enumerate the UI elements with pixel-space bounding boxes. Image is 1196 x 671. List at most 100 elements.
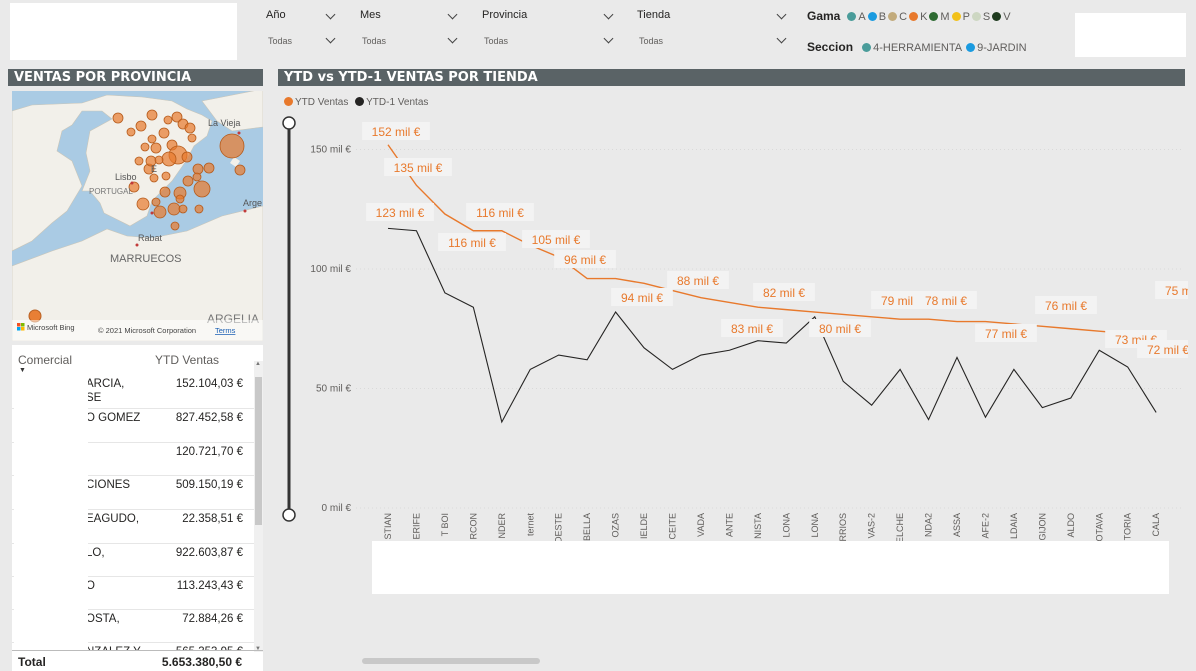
province-bubble[interactable]	[146, 109, 158, 121]
filter-value[interactable]: Todas	[268, 36, 292, 46]
province-bubble[interactable]	[158, 127, 170, 139]
chevron-down-icon[interactable]	[447, 9, 458, 20]
chart-horizontal-scrollbar[interactable]	[362, 658, 540, 664]
province-bubble[interactable]	[147, 134, 157, 144]
province-bubble[interactable]	[170, 221, 180, 231]
province-bubble[interactable]	[135, 120, 147, 132]
chevron-down-icon[interactable]	[325, 9, 336, 20]
x-tick-label: BELLA	[582, 513, 592, 541]
city-dot	[135, 243, 139, 247]
gama-item-4[interactable]: M	[929, 11, 950, 23]
map-terms-link[interactable]: Terms	[215, 326, 236, 335]
x-tick-label: ELCHE	[895, 513, 905, 543]
province-bubble[interactable]	[187, 133, 197, 143]
legend-ytd1-label[interactable]: YTD-1 Ventas	[366, 97, 428, 108]
x-tick-label: OZAS	[611, 513, 621, 538]
gama-item-2[interactable]: C	[888, 11, 907, 23]
x-tick-label: ANTE	[724, 513, 734, 537]
province-bubble[interactable]	[234, 164, 246, 176]
province-bubble[interactable]	[134, 156, 144, 166]
x-tick-label: GIJON	[1037, 513, 1047, 541]
province-bubble[interactable]	[178, 204, 188, 214]
chevron-down-icon[interactable]	[776, 9, 787, 20]
col-comercial-header[interactable]: Comercial	[18, 353, 72, 367]
seccion-item-0[interactable]: 4-HERRAMIENTA	[862, 42, 962, 54]
province-bubble[interactable]	[194, 204, 204, 214]
x-tick-label: CEITE	[668, 513, 678, 540]
gama-item-7[interactable]: V	[992, 11, 1011, 23]
data-label: 76 mil €	[1045, 299, 1087, 313]
data-label: 116 mil €	[476, 206, 524, 220]
gama-item-3[interactable]: K	[909, 11, 927, 23]
province-bubble[interactable]	[203, 162, 215, 174]
province-bubble[interactable]	[161, 151, 177, 167]
seccion-name: 9-JARDIN	[977, 42, 1027, 54]
province-bubble[interactable]	[192, 172, 202, 182]
ytd-value: 152.104,03 €	[175, 378, 243, 390]
chevron-down-icon[interactable]	[603, 33, 614, 44]
x-tick-label: ERIFE	[411, 513, 421, 540]
filter-value[interactable]: Todas	[484, 36, 508, 46]
x-tick-label: IELDE	[639, 513, 649, 539]
province-bubble[interactable]	[150, 142, 162, 154]
gama-letter: M	[940, 11, 950, 23]
province-bubble[interactable]	[163, 115, 173, 125]
table-scrollbar[interactable]: ▲ ▼	[254, 361, 263, 652]
gama-item-6[interactable]: S	[971, 11, 990, 23]
province-map[interactable]: La Vieja Lisbo PORTUGAL E Arge Rabat MAR…	[12, 91, 263, 341]
gama-label: Gama	[807, 9, 841, 23]
province-bubble[interactable]	[126, 127, 136, 137]
province-bubble[interactable]	[192, 163, 204, 175]
range-slider-handle-top[interactable]	[282, 116, 296, 130]
filter-1[interactable]: Mes Todas	[358, 5, 458, 55]
filter-value[interactable]: Todas	[639, 36, 663, 46]
gama-item-5[interactable]: P	[951, 11, 970, 23]
sort-down-icon[interactable]: ▼	[19, 367, 26, 374]
x-tick-label: NDA2	[924, 513, 934, 537]
legend-ytd-label[interactable]: YTD Ventas	[295, 97, 348, 108]
data-label: 80 mil €	[819, 322, 861, 336]
ytd-value: 827.452,58 €	[175, 412, 243, 424]
province-bubble[interactable]	[153, 205, 167, 219]
seccion-legend: Seccion 4-HERRAMIENTA 9-JARDIN	[807, 40, 1031, 54]
map-svg: La Vieja Lisbo PORTUGAL E Arge Rabat MAR…	[12, 91, 263, 341]
province-bubble[interactable]	[184, 122, 196, 134]
province-bubble[interactable]	[154, 155, 164, 165]
province-bubble[interactable]	[140, 142, 150, 152]
filter-2[interactable]: Provincia Todas	[480, 5, 614, 55]
gama-item-0[interactable]: A	[847, 11, 866, 23]
range-slider-handle-bottom[interactable]	[282, 508, 296, 522]
province-bubble[interactable]	[181, 151, 193, 163]
scroll-up-icon[interactable]: ▲	[255, 361, 261, 367]
province-bubble[interactable]	[151, 197, 161, 207]
chevron-down-icon[interactable]	[447, 33, 458, 44]
province-bubble[interactable]	[167, 202, 181, 216]
filter-value[interactable]: Todas	[362, 36, 386, 46]
province-bubble[interactable]	[112, 112, 124, 124]
chevron-down-icon[interactable]	[325, 33, 336, 44]
col-ytd-header[interactable]: YTD Ventas	[155, 353, 219, 367]
chevron-down-icon[interactable]	[603, 9, 614, 20]
province-bubble[interactable]	[193, 180, 211, 198]
filter-3[interactable]: Tienda Todas	[635, 5, 787, 55]
chevron-down-icon[interactable]	[776, 33, 787, 44]
y-tick-label: 100 mil €	[310, 264, 351, 275]
gama-item-1[interactable]: B	[867, 11, 886, 23]
province-bubble[interactable]	[149, 173, 159, 183]
gama-dot	[971, 12, 981, 21]
gama-dot	[951, 12, 961, 21]
x-tick-label: TORIA	[1123, 513, 1133, 540]
province-bubble[interactable]	[136, 197, 150, 211]
seccion-item-1[interactable]: 9-JARDIN	[966, 42, 1027, 54]
province-bubble[interactable]	[182, 175, 194, 187]
ytd-value: 72.884,26 €	[182, 613, 243, 625]
table-total-row: Total 5.653.380,50 €	[12, 650, 263, 671]
scroll-thumb[interactable]	[255, 377, 262, 525]
province-bubble[interactable]	[161, 171, 171, 181]
comercial-name: OSTA,	[86, 613, 120, 625]
province-bubble[interactable]	[159, 186, 171, 198]
filter-0[interactable]: Año Todas	[264, 5, 336, 55]
province-bubble[interactable]	[219, 133, 245, 159]
logo-placeholder-right	[1075, 13, 1186, 57]
province-bubble[interactable]	[175, 194, 185, 204]
